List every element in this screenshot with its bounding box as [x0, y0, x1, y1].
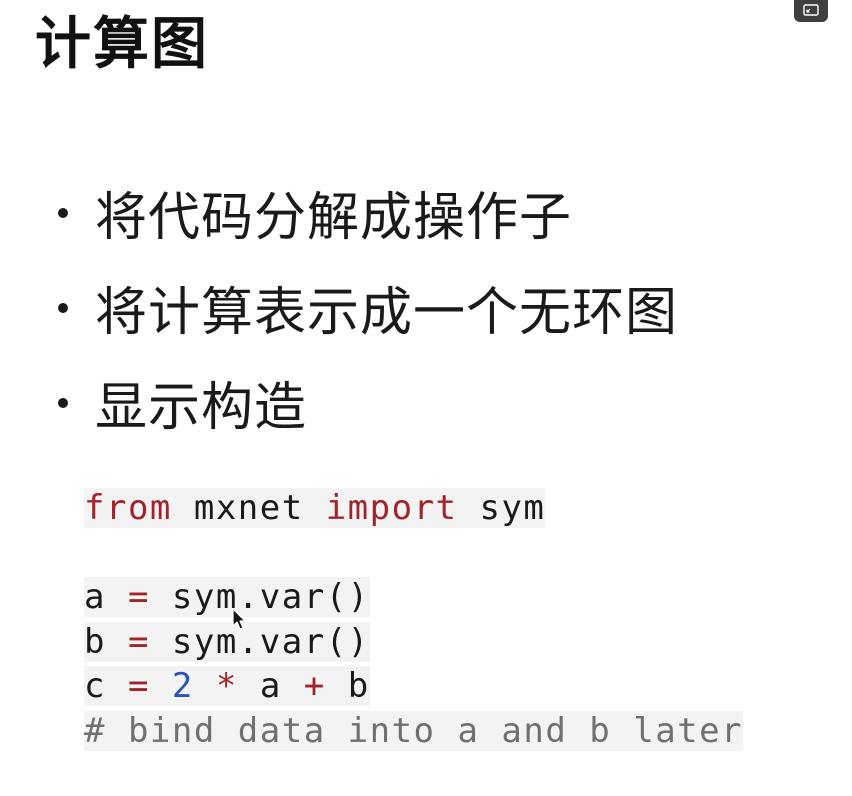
bullet-text: 显示构造 — [95, 378, 308, 438]
expand-icon — [803, 4, 819, 16]
assign-op: = — [127, 666, 150, 706]
bullet-item: 显示构造 — [58, 355, 678, 450]
bullet-dot — [58, 302, 68, 313]
assign-op: = — [127, 621, 150, 662]
operand-a: a — [237, 666, 304, 706]
code-line-c: c = 2 * a + b — [84, 664, 743, 709]
expr: sym.var() — [149, 621, 370, 662]
var-a: a — [84, 577, 128, 617]
plus-op: + — [303, 666, 326, 706]
bullet-dot — [58, 397, 68, 408]
var-b: b — [84, 621, 128, 662]
mouse-cursor-icon — [232, 608, 246, 630]
number-literal: 2 — [171, 666, 194, 706]
code-line-b: b = sym.var() — [84, 620, 743, 665]
multiply-op: * — [215, 666, 238, 706]
bullet-dot — [58, 207, 68, 218]
code-line-comment: # bind data into a and b later — [84, 709, 744, 754]
imported-name: sym — [457, 488, 546, 528]
bullet-item: 将代码分解成操作子 — [58, 165, 678, 260]
code-block: from mxnet import sym a = sym.var() b = … — [84, 486, 744, 754]
assign-op: = — [127, 577, 150, 617]
keyword-from: from — [84, 488, 172, 528]
bullet-list: 将代码分解成操作子 将计算表示成一个无环图 显示构造 — [58, 165, 678, 450]
code-line-import: from mxnet import sym — [84, 486, 743, 531]
expand-button[interactable] — [794, 0, 828, 22]
code-line-a: a = sym.var() — [84, 575, 743, 620]
slide-title: 计算图 — [35, 12, 209, 77]
operand-b: b — [325, 666, 370, 706]
var-c: c — [84, 666, 128, 706]
bullet-text: 将计算表示成一个无环图 — [95, 283, 679, 343]
expr: sym.var() — [149, 577, 370, 617]
keyword-import: import — [325, 488, 458, 528]
module-name: mxnet — [171, 488, 326, 528]
code-comment: # bind data into a and b later — [84, 710, 744, 751]
bullet-text: 将代码分解成操作子 — [95, 188, 573, 248]
bullet-item: 将计算表示成一个无环图 — [58, 260, 678, 355]
